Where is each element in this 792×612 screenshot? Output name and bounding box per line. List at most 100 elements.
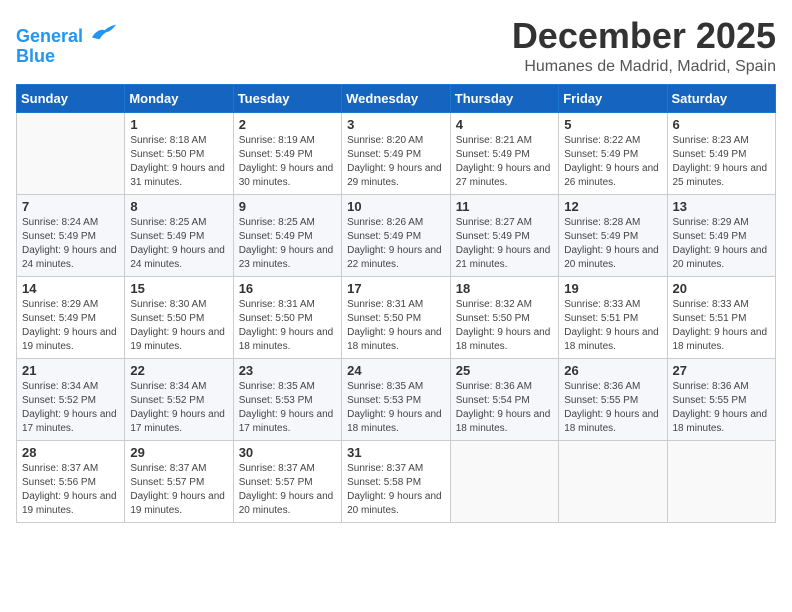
day-info: Sunrise: 8:29 AMSunset: 5:49 PMDaylight:… bbox=[22, 298, 119, 354]
col-wednesday: Wednesday bbox=[342, 84, 451, 112]
sunrise-text: Sunrise: 8:35 AM bbox=[347, 380, 445, 394]
table-row: 19 Sunrise: 8:33 AMSunset: 5:51 PMDayligh… bbox=[559, 276, 667, 358]
sunrise-text: Sunrise: 8:27 AM bbox=[456, 216, 553, 230]
table-row: 5Sunrise: 8:22 AMSunset: 5:49 PMDaylight… bbox=[559, 112, 667, 194]
day-number: 19 bbox=[564, 281, 661, 296]
sunrise-text: Sunrise: 8:29 AM bbox=[22, 298, 119, 312]
day-info: Sunrise: 8:35 AMSunset: 5:53 PMDaylight:… bbox=[347, 380, 445, 436]
logo-blue: Blue bbox=[16, 46, 55, 66]
daylight-text: Daylight: 9 hours and 18 minutes. bbox=[456, 408, 553, 436]
col-friday: Friday bbox=[559, 84, 667, 112]
sunrise-text: Sunrise: 8:26 AM bbox=[347, 216, 445, 230]
sunrise-text: Sunrise: 8:36 AM bbox=[456, 380, 553, 394]
daylight-text: Daylight: 9 hours and 31 minutes. bbox=[130, 162, 227, 190]
sunset-text: Sunset: 5:49 PM bbox=[456, 230, 553, 244]
sunrise-text: Sunrise: 8:37 AM bbox=[22, 462, 119, 476]
daylight-text: Daylight: 9 hours and 22 minutes. bbox=[347, 244, 445, 272]
sunrise-text: Sunrise: 8:18 AM bbox=[130, 134, 227, 148]
day-number: 16 bbox=[239, 281, 336, 296]
sunrise-text: Sunrise: 8:19 AM bbox=[239, 134, 336, 148]
table-row: 23Sunrise: 8:35 AMSunset: 5:53 PMDayligh… bbox=[233, 358, 341, 440]
sunset-text: Sunset: 5:49 PM bbox=[130, 230, 227, 244]
day-number: 12 bbox=[564, 199, 661, 214]
day-info: Sunrise: 8:28 AMSunset: 5:49 PMDaylight:… bbox=[564, 216, 661, 272]
sunrise-text: Sunrise: 8:33 AM bbox=[673, 298, 771, 312]
day-number: 21 bbox=[22, 363, 119, 378]
sunrise-text: Sunrise: 8:35 AM bbox=[239, 380, 336, 394]
daylight-text: Daylight: 9 hours and 20 minutes. bbox=[347, 490, 445, 518]
sunset-text: Sunset: 5:53 PM bbox=[347, 394, 445, 408]
sunrise-text: Sunrise: 8:37 AM bbox=[239, 462, 336, 476]
month-year-title: December 2025 bbox=[512, 16, 776, 56]
day-number: 6 bbox=[673, 117, 771, 132]
table-row: 12 Sunrise: 8:28 AMSunset: 5:49 PMDayligh… bbox=[559, 194, 667, 276]
table-row: 30Sunrise: 8:37 AMSunset: 5:57 PMDayligh… bbox=[233, 440, 341, 522]
day-info: Sunrise: 8:34 AMSunset: 5:52 PMDaylight:… bbox=[22, 380, 119, 436]
day-number: 13 bbox=[673, 199, 771, 214]
daylight-text: Daylight: 9 hours and 20 minutes. bbox=[564, 244, 661, 272]
table-row: 4Sunrise: 8:21 AMSunset: 5:49 PMDaylight… bbox=[450, 112, 558, 194]
sunset-text: Sunset: 5:49 PM bbox=[22, 312, 119, 326]
day-number: 8 bbox=[130, 199, 227, 214]
daylight-text: Daylight: 9 hours and 19 minutes. bbox=[22, 326, 119, 354]
day-number: 31 bbox=[347, 445, 445, 460]
day-info: Sunrise: 8:35 AMSunset: 5:53 PMDaylight:… bbox=[239, 380, 336, 436]
day-number: 18 bbox=[456, 281, 553, 296]
sunset-text: Sunset: 5:57 PM bbox=[130, 476, 227, 490]
table-row: 17Sunrise: 8:31 AMSunset: 5:50 PMDayligh… bbox=[342, 276, 451, 358]
calendar-week-row: 7Sunrise: 8:24 AMSunset: 5:49 PMDaylight… bbox=[17, 194, 776, 276]
sunset-text: Sunset: 5:50 PM bbox=[130, 312, 227, 326]
day-number: 10 bbox=[347, 199, 445, 214]
table-row: 10 Sunrise: 8:26 AMSunset: 5:49 PMDayligh… bbox=[342, 194, 451, 276]
daylight-text: Daylight: 9 hours and 27 minutes. bbox=[456, 162, 553, 190]
sunset-text: Sunset: 5:49 PM bbox=[564, 230, 661, 244]
daylight-text: Daylight: 9 hours and 17 minutes. bbox=[239, 408, 336, 436]
logo-general: General bbox=[16, 26, 83, 46]
daylight-text: Daylight: 9 hours and 30 minutes. bbox=[239, 162, 336, 190]
table-row bbox=[17, 112, 125, 194]
daylight-text: Daylight: 9 hours and 26 minutes. bbox=[564, 162, 661, 190]
daylight-text: Daylight: 9 hours and 23 minutes. bbox=[239, 244, 336, 272]
calendar-week-row: 21 Sunrise: 8:34 AMSunset: 5:52 PMDayligh… bbox=[17, 358, 776, 440]
calendar-week-row: 14Sunrise: 8:29 AMSunset: 5:49 PMDayligh… bbox=[17, 276, 776, 358]
table-row: 1Sunrise: 8:18 AMSunset: 5:50 PMDaylight… bbox=[125, 112, 233, 194]
sunrise-text: Sunrise: 8:29 AM bbox=[673, 216, 771, 230]
table-row: 6Sunrise: 8:23 AMSunset: 5:49 PMDaylight… bbox=[667, 112, 776, 194]
sunrise-text: Sunrise: 8:34 AM bbox=[130, 380, 227, 394]
daylight-text: Daylight: 9 hours and 29 minutes. bbox=[347, 162, 445, 190]
sunset-text: Sunset: 5:55 PM bbox=[673, 394, 771, 408]
table-row: 29Sunrise: 8:37 AMSunset: 5:57 PMDayligh… bbox=[125, 440, 233, 522]
daylight-text: Daylight: 9 hours and 24 minutes. bbox=[22, 244, 119, 272]
table-row: 8 Sunrise: 8:25 AMSunset: 5:49 PMDaylight… bbox=[125, 194, 233, 276]
day-number: 11 bbox=[456, 199, 553, 214]
daylight-text: Daylight: 9 hours and 18 minutes. bbox=[673, 408, 771, 436]
day-info: Sunrise: 8:25 AMSunset: 5:49 PMDaylight:… bbox=[130, 216, 227, 272]
sunset-text: Sunset: 5:53 PM bbox=[239, 394, 336, 408]
sunrise-text: Sunrise: 8:32 AM bbox=[456, 298, 553, 312]
table-row: 21 Sunrise: 8:34 AMSunset: 5:52 PMDayligh… bbox=[17, 358, 125, 440]
sunset-text: Sunset: 5:51 PM bbox=[564, 312, 661, 326]
daylight-text: Daylight: 9 hours and 19 minutes. bbox=[130, 490, 227, 518]
page-header: General Blue December 2025 Humanes de Ma… bbox=[16, 16, 776, 76]
day-number: 3 bbox=[347, 117, 445, 132]
day-info: Sunrise: 8:33 AMSunset: 5:51 PMDaylight:… bbox=[564, 298, 661, 354]
daylight-text: Daylight: 9 hours and 20 minutes. bbox=[239, 490, 336, 518]
table-row: 20Sunrise: 8:33 AMSunset: 5:51 PMDayligh… bbox=[667, 276, 776, 358]
day-number: 22 bbox=[130, 363, 227, 378]
day-info: Sunrise: 8:30 AMSunset: 5:50 PMDaylight:… bbox=[130, 298, 227, 354]
calendar-week-row: 28Sunrise: 8:37 AMSunset: 5:56 PMDayligh… bbox=[17, 440, 776, 522]
logo-bird-icon bbox=[90, 20, 118, 42]
calendar-header-row: Sunday Monday Tuesday Wednesday Thursday… bbox=[17, 84, 776, 112]
sunset-text: Sunset: 5:50 PM bbox=[347, 312, 445, 326]
sunrise-text: Sunrise: 8:28 AM bbox=[564, 216, 661, 230]
day-number: 14 bbox=[22, 281, 119, 296]
day-info: Sunrise: 8:33 AMSunset: 5:51 PMDaylight:… bbox=[673, 298, 771, 354]
day-number: 24 bbox=[347, 363, 445, 378]
col-saturday: Saturday bbox=[667, 84, 776, 112]
table-row: 18Sunrise: 8:32 AMSunset: 5:50 PMDayligh… bbox=[450, 276, 558, 358]
sunset-text: Sunset: 5:49 PM bbox=[456, 148, 553, 162]
sunset-text: Sunset: 5:57 PM bbox=[239, 476, 336, 490]
sunset-text: Sunset: 5:49 PM bbox=[347, 230, 445, 244]
daylight-text: Daylight: 9 hours and 19 minutes. bbox=[130, 326, 227, 354]
col-tuesday: Tuesday bbox=[233, 84, 341, 112]
